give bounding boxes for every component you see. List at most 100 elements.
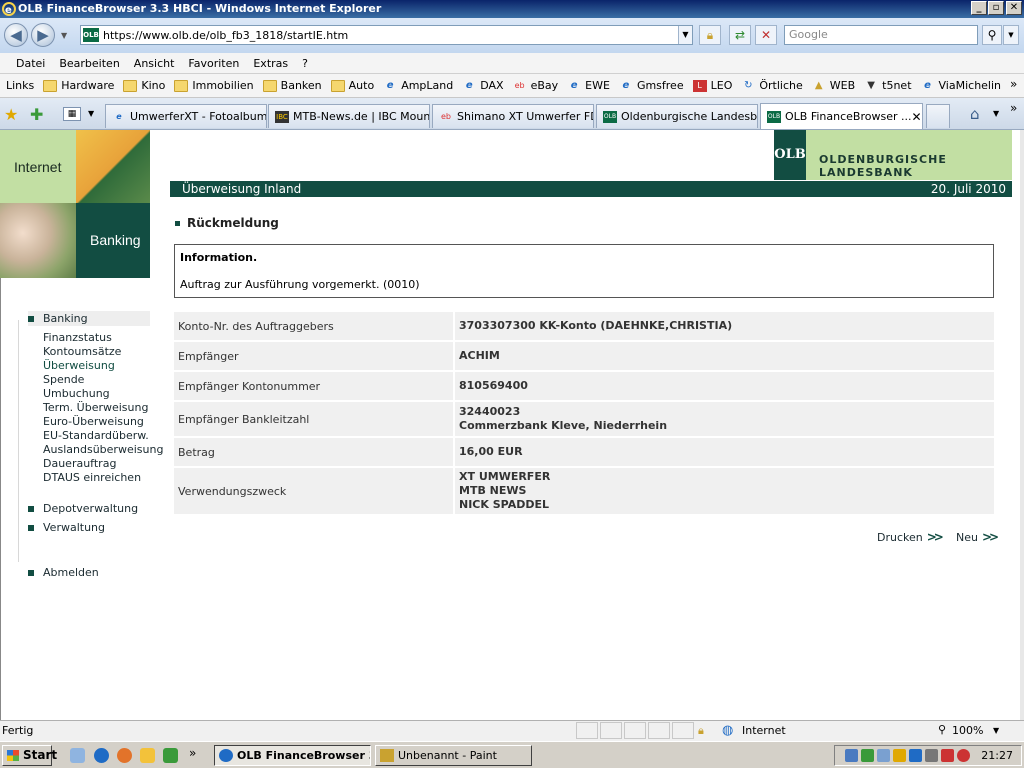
nav-auslandsueberweisung[interactable]: Auslandsüberweisung <box>43 443 163 456</box>
link-ewe[interactable]: e EWE <box>567 79 610 92</box>
nav-spende[interactable]: Spende <box>43 373 84 386</box>
nav-kontoumsaetze[interactable]: Kontoumsätze <box>43 345 121 358</box>
app-quicklaunch-icon[interactable] <box>163 748 178 763</box>
nav-dtaus[interactable]: DTAUS einreichen <box>43 471 141 484</box>
ie-quicklaunch-icon[interactable] <box>94 748 109 763</box>
link-oertliche[interactable]: ↻ Örtliche <box>741 79 803 92</box>
address-field[interactable]: OLB https://www.olb.de/olb_fb3_1818/star… <box>80 25 693 45</box>
url-text[interactable]: https://www.olb.de/olb_fb3_1818/startIE.… <box>103 29 678 42</box>
tray-app-icon[interactable] <box>941 749 955 762</box>
minimize-button[interactable]: _ <box>971 1 987 15</box>
nav-banking[interactable]: Banking <box>28 311 150 326</box>
link-dax[interactable]: e DAX <box>462 79 504 92</box>
menu-datei[interactable]: Datei <box>16 57 45 70</box>
link-t5net[interactable]: ▼ t5net <box>864 79 911 92</box>
nav-finanzstatus[interactable]: Finanzstatus <box>43 331 112 344</box>
restore-button[interactable]: ▫ <box>988 1 1004 15</box>
tray-app-icon[interactable] <box>925 749 939 762</box>
window-title-bar[interactable]: e OLB FinanceBrowser 3.3 HBCI - Windows … <box>0 0 1024 18</box>
menu-extras[interactable]: Extras <box>253 57 288 70</box>
tab-shimano[interactable]: eb Shimano XT Umwerfer FD... <box>432 104 594 128</box>
zoom-icon[interactable]: ⚲ <box>938 723 946 736</box>
taskbar-paint[interactable]: Unbenannt - Paint <box>375 745 532 766</box>
nav-abmelden[interactable]: Abmelden <box>28 565 150 580</box>
refresh-icon[interactable]: ⇄ <box>729 25 751 45</box>
link-immobilien[interactable]: Immobilien <box>174 79 254 92</box>
link-viamichelin[interactable]: e ViaMichelin <box>921 79 1001 92</box>
nav-verwaltung[interactable]: Verwaltung <box>28 520 150 535</box>
nav-euro-ueberweisung[interactable]: Euro-Überweisung <box>43 415 144 428</box>
add-favorite-icon[interactable]: ✚ <box>30 105 43 124</box>
section-title: Rückmeldung <box>175 216 279 230</box>
page-date: 20. Juli 2010 <box>930 182 1006 196</box>
show-desktop-icon[interactable] <box>70 748 85 763</box>
search-input[interactable]: Google <box>784 25 978 45</box>
clock[interactable]: 21:27 <box>981 749 1013 762</box>
detail-label: Konto-Nr. des Auftraggebers <box>174 312 455 340</box>
print-link[interactable]: Drucken >> <box>877 530 944 544</box>
page-scrollbar[interactable] <box>1020 130 1024 720</box>
history-dropdown-icon[interactable]: ▼ <box>61 31 67 40</box>
double-chevron-icon: >> <box>981 530 999 544</box>
tab-olb-home[interactable]: OLB Oldenburgische Landesba... <box>596 104 758 128</box>
commands-overflow-icon[interactable]: » <box>1010 101 1017 115</box>
nav-umbuchung[interactable]: Umbuchung <box>43 387 110 400</box>
forward-button[interactable]: ▶ <box>31 23 55 47</box>
favorites-star-icon[interactable]: ★ <box>4 105 18 124</box>
link-auto[interactable]: Auto <box>330 79 374 92</box>
close-window-button[interactable]: ✕ <box>1006 1 1022 15</box>
new-link[interactable]: Neu >> <box>956 530 999 544</box>
address-dropdown-icon[interactable]: ▼ <box>678 26 692 44</box>
tab-list-icon[interactable]: ▼ <box>88 109 94 118</box>
back-button[interactable]: ◀ <box>4 23 28 47</box>
link-gmsfree[interactable]: e Gmsfree <box>619 79 684 92</box>
nav-ueberweisung[interactable]: Überweisung <box>43 359 115 372</box>
links-overflow-icon[interactable]: » <box>1010 77 1017 91</box>
tab-label: MTB-News.de | IBC Moun... <box>293 110 430 123</box>
tray-help-icon[interactable] <box>909 749 923 762</box>
status-cell <box>576 722 598 739</box>
close-tab-icon[interactable]: ✕ <box>911 110 921 124</box>
link-ampland[interactable]: e AmpLand <box>383 79 453 92</box>
menu-ansicht[interactable]: Ansicht <box>134 57 175 70</box>
tab-olb-financebrowser[interactable]: OLB OLB FinanceBrowser ... ✕ <box>760 103 923 129</box>
status-cell <box>624 722 646 739</box>
nav-term-ueberweisung[interactable]: Term. Überweisung <box>43 401 148 414</box>
nav-eu-standard[interactable]: EU-Standardüberw. <box>43 429 149 442</box>
taskbar-olb-financebrowser[interactable]: OLB FinanceBrowser 3... <box>214 745 371 766</box>
tray-app-icon[interactable] <box>957 749 971 762</box>
search-options-icon[interactable]: ▼ <box>1003 25 1019 45</box>
menu-help[interactable]: ? <box>302 57 308 70</box>
zoom-dropdown-icon[interactable]: ▼ <box>993 726 999 735</box>
zoom-level[interactable]: 100% <box>952 724 983 737</box>
tray-app-icon[interactable] <box>877 749 891 762</box>
tray-app-icon[interactable] <box>861 749 875 762</box>
quicklaunch-overflow-icon[interactable]: » <box>189 746 196 760</box>
home-options-icon[interactable]: ▼ <box>993 109 999 118</box>
link-banken[interactable]: Banken <box>262 79 322 92</box>
link-ebay[interactable]: eb eBay <box>513 79 559 92</box>
home-icon[interactable]: ⌂ <box>970 105 980 123</box>
quick-tabs-icon[interactable]: ▦ <box>63 107 81 121</box>
lock-icon[interactable]: 🔒︎ <box>699 25 721 45</box>
security-lock-icon[interactable]: 🔒︎ <box>698 724 704 738</box>
nav-label: Abmelden <box>43 566 99 579</box>
start-button[interactable]: Start <box>2 745 57 766</box>
new-tab-button[interactable] <box>926 104 950 128</box>
link-hardware[interactable]: Hardware <box>43 79 114 92</box>
link-kino[interactable]: Kino <box>123 79 165 92</box>
stop-icon[interactable]: ✕ <box>755 25 777 45</box>
link-leo[interactable]: L LEO <box>692 79 732 92</box>
tray-network-icon[interactable] <box>845 749 859 762</box>
app-quicklaunch-icon[interactable] <box>140 748 155 763</box>
nav-dauerauftrag[interactable]: Dauerauftrag <box>43 457 116 470</box>
firefox-quicklaunch-icon[interactable] <box>117 748 132 763</box>
link-web[interactable]: ▲ WEB <box>812 79 855 92</box>
tab-umwerferxt[interactable]: e UmwerferXT - Fotoalbum ... <box>105 104 267 128</box>
tray-app-icon[interactable] <box>893 749 907 762</box>
search-icon[interactable]: ⚲ <box>982 25 1002 45</box>
nav-depotverwaltung[interactable]: Depotverwaltung <box>28 501 150 516</box>
menu-bearbeiten[interactable]: Bearbeiten <box>59 57 119 70</box>
tab-mtb-news[interactable]: IBC MTB-News.de | IBC Moun... <box>268 104 430 128</box>
menu-favoriten[interactable]: Favoriten <box>188 57 239 70</box>
